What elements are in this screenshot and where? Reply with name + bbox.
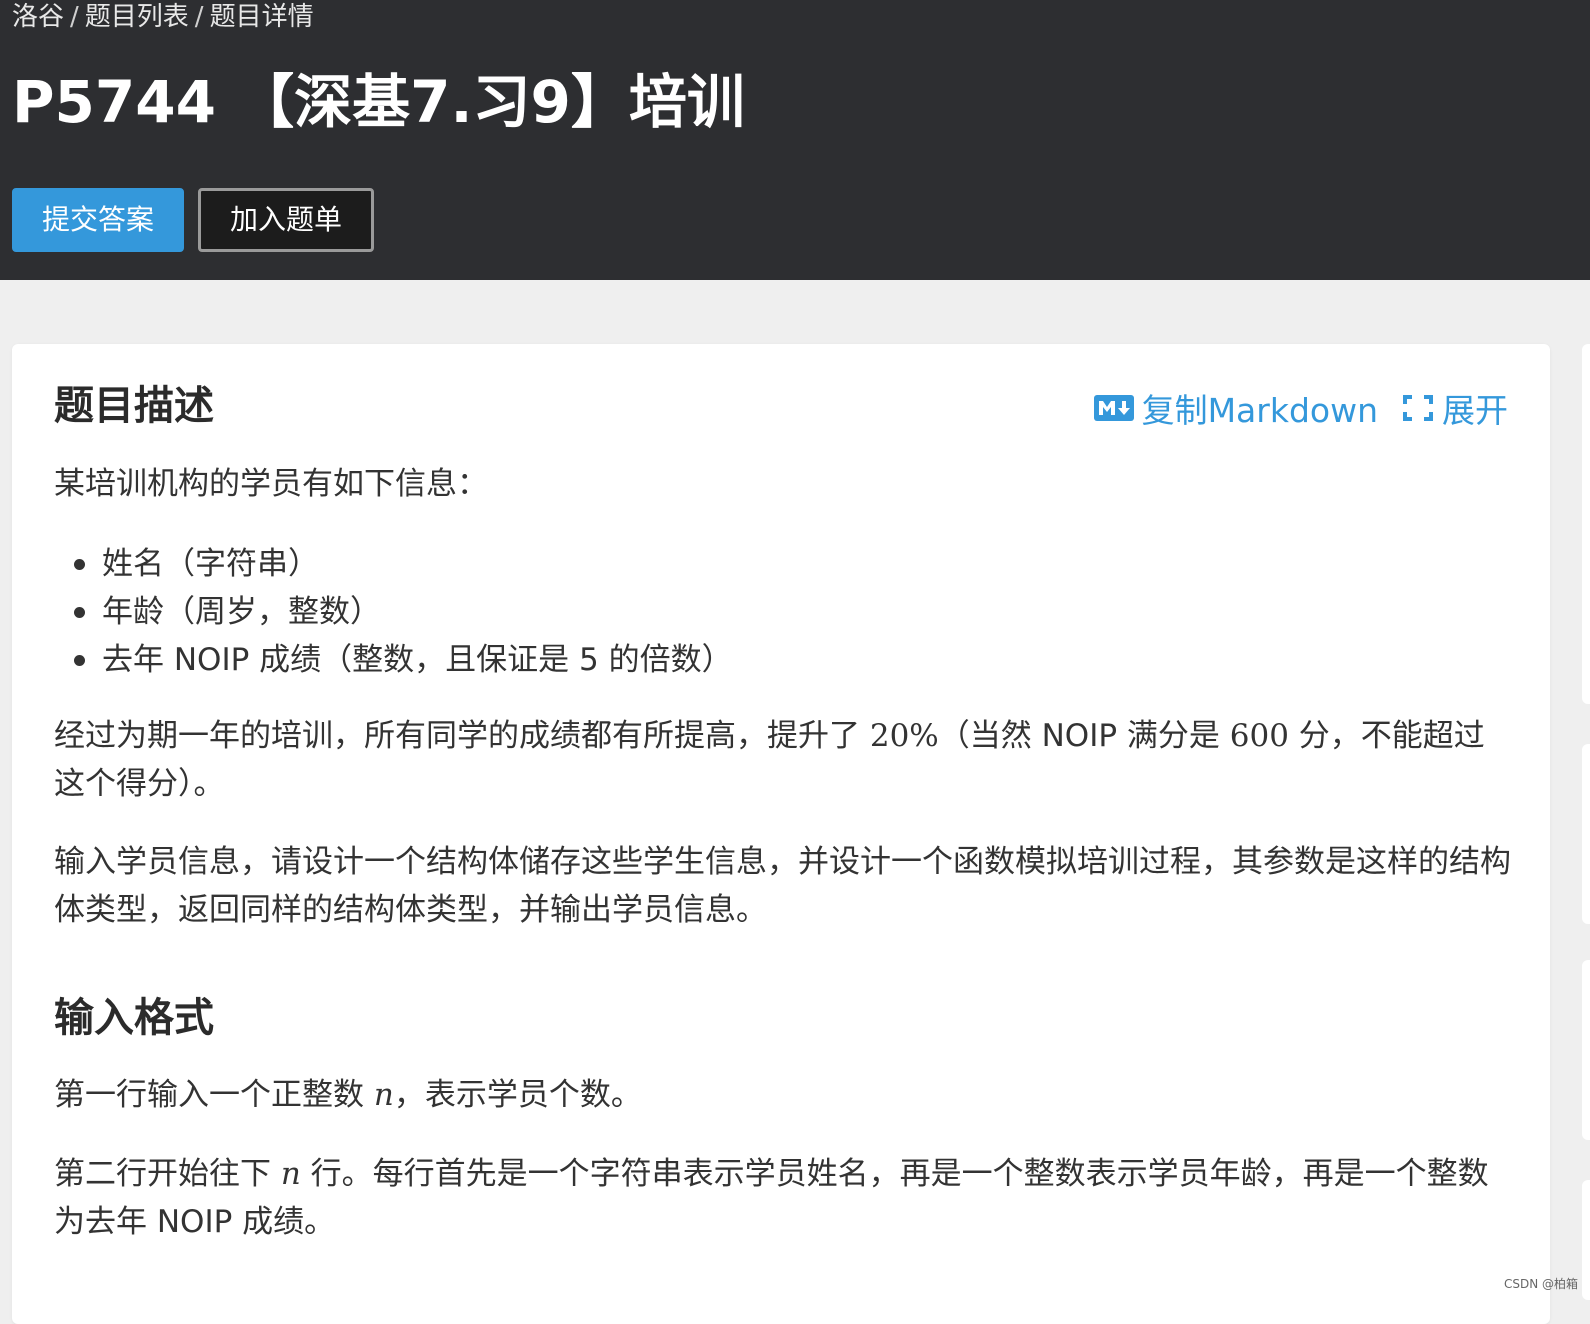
bullet-icon (74, 655, 85, 666)
input-line-2-before: 第二行开始往下 (54, 1156, 281, 1192)
percent-value: 20% (870, 718, 939, 754)
list-item: 姓名（字符串） (54, 540, 733, 588)
training-text-middle: （当然 NOIP 满分是 (939, 718, 1230, 754)
problem-header: 洛谷/题目列表/题目详情 P5744 【深基7.习9】培训 提交答案 加入题单 (0, 0, 1590, 280)
input-line-1: 第一行输入一个正整数 n，表示学员个数。 (54, 1071, 1514, 1119)
input-line-1-after: ，表示学员个数。 (394, 1077, 642, 1113)
watermark: CSDN @柏箱 (1504, 1275, 1578, 1292)
training-text-before: 经过为期一年的培训，所有同学的成绩都有所提高，提升了 (54, 718, 870, 754)
side-panel-edge (1582, 1180, 1590, 1300)
add-to-problem-list-button[interactable]: 加入题单 (198, 188, 374, 252)
copy-markdown-label: 复制Markdown (1142, 384, 1378, 432)
bullet-icon (74, 559, 85, 570)
variable-n: n (374, 1077, 394, 1113)
list-item-text: 姓名（字符串） (102, 546, 319, 582)
breadcrumb-item-home[interactable]: 洛谷 (12, 2, 64, 32)
list-item: 年龄（周岁，整数） (54, 588, 733, 636)
input-line-2: 第二行开始往下 n 行。每行首先是一个字符串表示学员姓名，再是一个整数表示学员年… (54, 1150, 1514, 1246)
list-item-text: 年龄（周岁，整数） (102, 594, 381, 630)
card-tools: 复制Markdown 展开 (1094, 386, 1508, 430)
list-item-text: 去年 NOIP 成绩（整数，且保证是 5 的倍数） (102, 642, 733, 678)
student-info-list: 姓名（字符串） 年龄（周岁，整数） 去年 NOIP 成绩（整数，且保证是 5 的… (54, 540, 733, 684)
bullet-icon (74, 607, 85, 618)
breadcrumb-separator: / (70, 2, 79, 32)
breadcrumb-separator: / (195, 2, 204, 32)
variable-n: n (281, 1156, 301, 1192)
list-item: 去年 NOIP 成绩（整数，且保证是 5 的倍数） (54, 636, 733, 684)
expand-icon (1402, 394, 1434, 422)
side-panel-edge (1582, 744, 1590, 924)
copy-markdown-button[interactable]: 复制Markdown (1094, 384, 1378, 432)
max-score-value: 600 (1230, 718, 1289, 754)
page-title: P5744 【深基7.习9】培训 (12, 62, 745, 142)
task-paragraph: 输入学员信息，请设计一个结构体储存这些学生信息，并设计一个函数模拟培训过程，其参… (54, 838, 1514, 934)
expand-button[interactable]: 展开 (1402, 384, 1508, 432)
description-heading: 题目描述 (54, 378, 214, 434)
side-panel-edge (1582, 960, 1590, 1140)
input-format-heading: 输入格式 (54, 990, 214, 1046)
training-paragraph: 经过为期一年的培训，所有同学的成绩都有所提高，提升了 20%（当然 NOIP 满… (54, 712, 1514, 808)
breadcrumb-item-problem-list[interactable]: 题目列表 (85, 2, 189, 32)
submit-answer-button[interactable]: 提交答案 (12, 188, 184, 252)
description-intro: 某培训机构的学员有如下信息： (54, 460, 1514, 508)
expand-label: 展开 (1442, 384, 1508, 432)
breadcrumb-item-problem-detail: 题目详情 (210, 2, 314, 32)
breadcrumb: 洛谷/题目列表/题目详情 (12, 0, 314, 34)
side-panel-edge (1582, 344, 1590, 704)
input-line-1-before: 第一行输入一个正整数 (54, 1077, 374, 1113)
markdown-icon (1094, 395, 1134, 421)
problem-card: 题目描述 复制Markdown 展开 某培训机构的学员有如下信息： 姓名（字符串… (12, 344, 1550, 1324)
